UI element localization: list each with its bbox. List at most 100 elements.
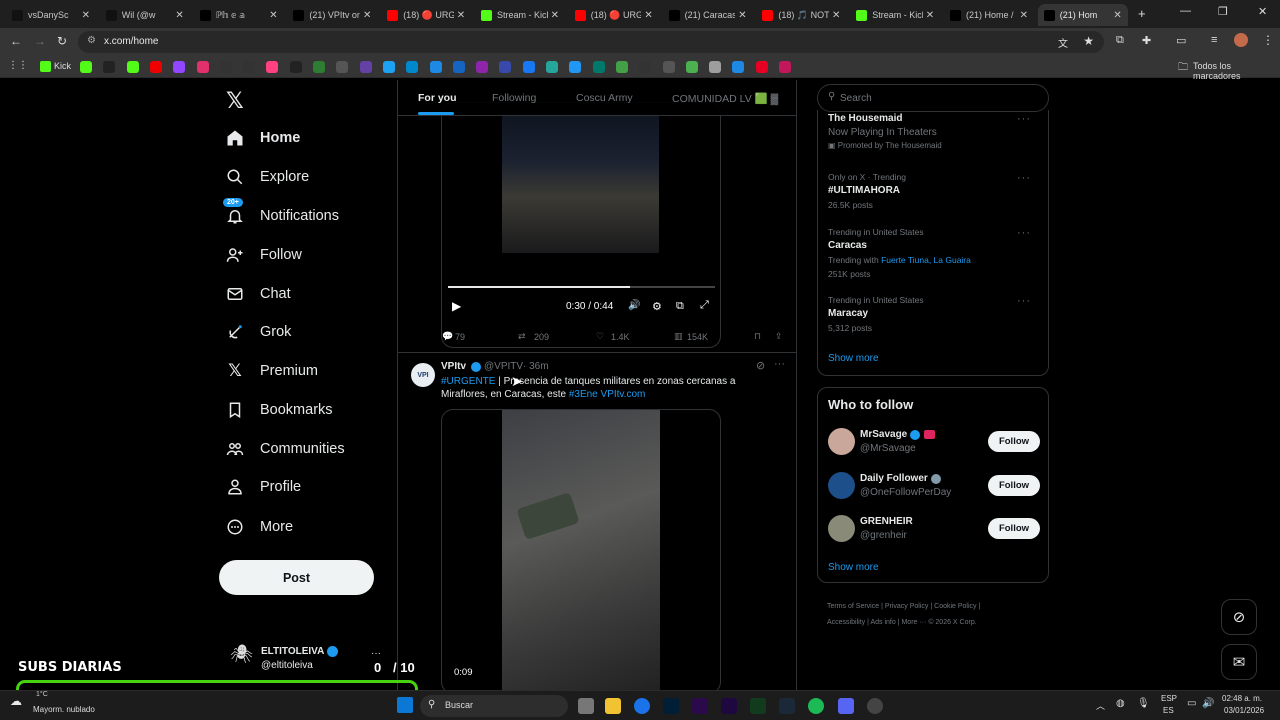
close-tab-icon[interactable]: ✕ (1020, 10, 1028, 21)
browser-tab[interactable]: (21) VPItv on ✕ (287, 4, 377, 26)
post-button[interactable]: Post (219, 560, 374, 595)
nav-chat[interactable]: Chat (224, 279, 291, 309)
bookmark-favicon[interactable] (219, 61, 232, 73)
bookmark-favicon[interactable] (266, 61, 279, 73)
follow-button[interactable]: Follow (988, 431, 1040, 452)
suggestion-item[interactable]: MrSavage @MrSavage Follow (818, 426, 1050, 462)
taskbar-search[interactable]: ⚲ Buscar (420, 695, 568, 717)
footer-more[interactable]: More ··· (901, 619, 926, 626)
after-effects-icon[interactable] (721, 698, 737, 714)
bookmark-favicon[interactable] (499, 61, 512, 73)
bookmark-favicon[interactable] (546, 61, 558, 73)
bookmark-star-icon[interactable]: ★ (1083, 34, 1094, 48)
sidepanel-icon[interactable]: ▭ (1176, 34, 1186, 47)
x-logo-icon[interactable]: 𝕏 (226, 88, 244, 114)
close-tab-icon[interactable]: ✕ (457, 10, 465, 21)
bookmark-favicon[interactable] (126, 61, 139, 73)
volume-icon[interactable]: 🔊 (628, 300, 640, 311)
bookmark-favicon[interactable] (313, 61, 325, 73)
nav-notifications[interactable]: 20+ Notifications (223, 198, 339, 231)
browser-tab[interactable]: Stream - Kick ✕ (475, 4, 565, 26)
trend-item[interactable]: Only on X · Trending #ULTIMAHORA 26.5K p… (828, 172, 1043, 210)
all-bookmarks[interactable]: Todos los marcadores (1193, 61, 1280, 81)
close-window-icon[interactable]: ✕ (1258, 5, 1267, 18)
nav-more[interactable]: More (224, 512, 293, 542)
app2-icon[interactable] (867, 698, 883, 714)
footer-cookie[interactable]: Cookie Policy (934, 603, 976, 610)
browser-tab[interactable]: Stream - Kick ✕ (850, 4, 940, 26)
more-dots-icon[interactable]: ··· (1017, 227, 1031, 239)
forward-icon[interactable]: → (34, 34, 46, 48)
browser-tab[interactable]: vsDanySc ✕ (6, 4, 96, 26)
more-dots-icon[interactable]: ··· (1017, 172, 1031, 184)
close-tab-icon[interactable]: ✕ (832, 10, 840, 21)
hashtag-3ene[interactable]: #3Ene (569, 389, 598, 400)
tray-app-icon[interactable]: ◍ (1116, 698, 1125, 709)
trend-item[interactable]: Trending in United States Caracas Trendi… (828, 227, 1043, 279)
bookmark-favicon[interactable] (755, 61, 768, 73)
file-explorer-icon[interactable] (605, 698, 621, 714)
trend-links[interactable]: Fuerte Tiuna, La Guaira (881, 255, 971, 265)
bookmark-favicon[interactable] (80, 61, 92, 73)
nav-explore[interactable]: Explore (224, 162, 309, 192)
suggestion-item[interactable]: GRENHEIR @grenheir Follow (818, 513, 1050, 549)
browser-tab[interactable]: (21) Hom ✕ (1037, 4, 1128, 26)
browser-tab[interactable]: (18) 🔴 URG ✕ (381, 4, 471, 26)
close-tab-icon[interactable]: ✕ (363, 10, 371, 21)
pip-icon[interactable]: ⧉ (676, 300, 684, 313)
video-player-2[interactable]: 0:09 (441, 409, 721, 690)
footer-privacy[interactable]: Privacy Policy (885, 603, 929, 610)
nav-follow[interactable]: Follow (224, 240, 302, 270)
nav-grok[interactable]: Grok (224, 317, 291, 347)
media-icon[interactable]: ≡ (1211, 34, 1217, 46)
browser-tab[interactable]: Wil (@w ✕ (100, 4, 190, 26)
browser-tab[interactable]: (18) 🎵 NOT ✕ (756, 4, 846, 26)
close-tab-icon[interactable]: ✕ (926, 10, 934, 21)
bookmark-favicon[interactable] (336, 61, 349, 73)
bookmark-favicon[interactable] (662, 61, 675, 73)
repost-icon[interactable]: ⇄ (518, 331, 526, 342)
lang-code[interactable]: ESP (1161, 694, 1177, 703)
address-bar[interactable]: ⚙ x.com/home 文 ★ (78, 31, 1104, 53)
microphone-icon[interactable]: 🎙 (1137, 698, 1150, 709)
bookmark-favicon[interactable] (173, 61, 186, 73)
maximize-icon[interactable]: ❐ (1218, 5, 1228, 18)
bookmark-favicon[interactable] (639, 61, 652, 73)
tray-chevron-icon[interactable]: ︿ (1096, 699, 1105, 712)
bookmark-favicon[interactable] (359, 61, 372, 73)
account-switcher[interactable]: 🕷 ELTITOLEIVA @eltitoleiva ··· (210, 636, 390, 676)
suggestion-item[interactable]: Daily Follower @OneFollowPerDay Follow (818, 470, 1050, 506)
clock-time[interactable]: 02:48 a. m. (1222, 694, 1262, 703)
fullscreen-icon[interactable]: ⤢ (700, 299, 709, 312)
browser-tab[interactable]: (21) Caracas ✕ (663, 4, 753, 26)
browser-tab[interactable]: (21) Home / ✕ (944, 4, 1034, 26)
video-progress-track[interactable] (448, 286, 715, 288)
puzzle-icon[interactable]: ✚ (1142, 34, 1151, 47)
search-input[interactable]: ⚲ Search (817, 84, 1049, 112)
steam-icon[interactable] (779, 698, 795, 714)
bookmark-favicon[interactable] (615, 61, 628, 73)
app-icon[interactable] (750, 698, 766, 714)
bookmark-favicon[interactable] (592, 61, 605, 73)
show-more-trends[interactable]: Show more (828, 353, 879, 364)
weather-text[interactable]: Mayorm. nublado (33, 705, 95, 714)
follow-button[interactable]: Follow (988, 475, 1040, 496)
show-more-follow[interactable]: Show more (828, 562, 879, 573)
tab-following[interactable]: Following (492, 92, 536, 104)
tab-comunidad-lv[interactable]: COMUNIDAD LV 🟩 ▓ (672, 92, 778, 105)
premiere-icon[interactable] (692, 698, 708, 714)
bookmark-favicon[interactable] (429, 61, 442, 73)
nav-profile[interactable]: Profile (224, 472, 301, 502)
spotify-icon[interactable] (808, 698, 824, 714)
site-info-icon[interactable]: ⚙ (87, 35, 96, 46)
more-dots-icon[interactable]: ··· (1017, 113, 1031, 125)
volume-icon[interactable]: 🔊 (1202, 698, 1214, 709)
footer-terms[interactable]: Terms of Service (827, 603, 879, 610)
back-icon[interactable]: ← (10, 34, 22, 48)
hashtag-urgente[interactable]: #URGENTE (441, 376, 495, 387)
messages-float-button[interactable]: ✉ (1221, 644, 1257, 680)
trend-item[interactable]: The Housemaid Now Playing In Theaters ▣ … (828, 113, 1043, 150)
bookmark-favicon[interactable] (406, 61, 419, 73)
reply-icon[interactable]: 💬 (442, 331, 453, 342)
close-tab-icon[interactable]: ✕ (82, 10, 90, 21)
